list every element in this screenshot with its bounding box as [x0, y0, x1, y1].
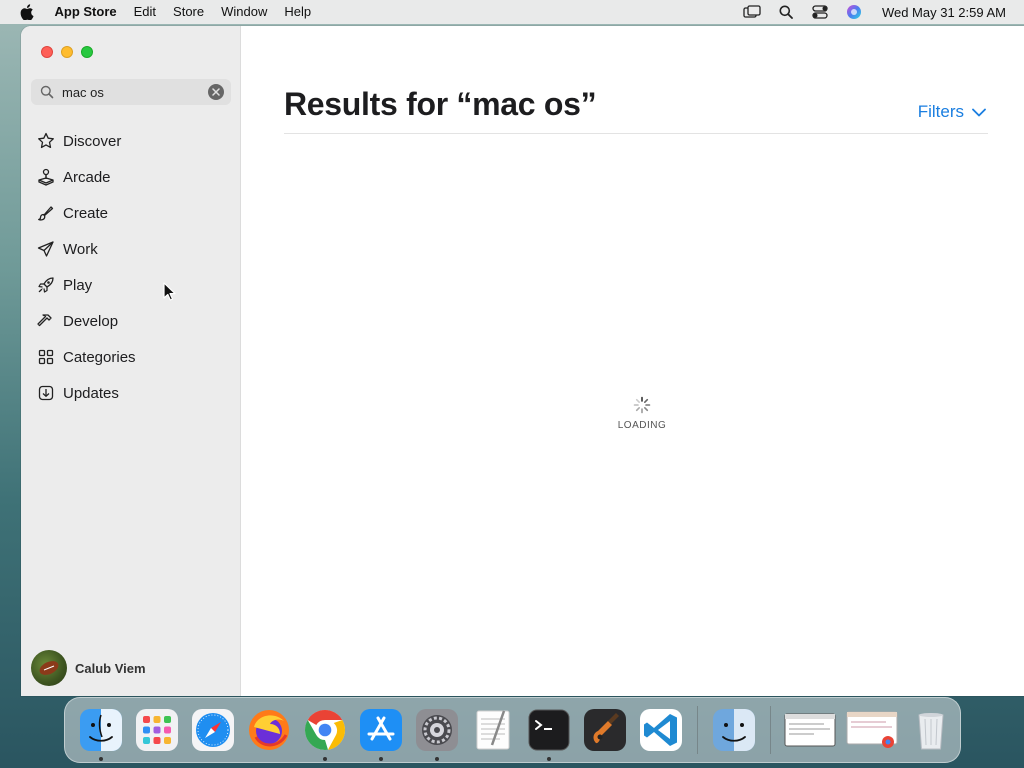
running-indicator: [99, 757, 103, 761]
filters-label: Filters: [917, 102, 964, 121]
close-window-button[interactable]: [41, 46, 53, 58]
screen-mirroring-icon[interactable]: [742, 4, 762, 20]
menu-clock[interactable]: Wed May 31 2:59 AM: [882, 5, 1006, 20]
menu-help[interactable]: Help: [276, 0, 320, 24]
rocket-icon: [37, 276, 55, 294]
sidebar-item-categories[interactable]: Categories: [21, 339, 241, 375]
menu-app-name[interactable]: App Store: [46, 0, 125, 24]
sidebar-item-label: Create: [63, 204, 109, 222]
menu-store[interactable]: Store: [165, 0, 213, 24]
safari-dock-icon[interactable]: [190, 707, 236, 753]
main-content: Results for “mac os” Filters LOADING: [242, 26, 1024, 696]
garageband-dock-icon[interactable]: [582, 707, 628, 753]
spotlight-search-icon[interactable]: [776, 4, 796, 20]
textedit-dock-icon[interactable]: [470, 707, 516, 753]
clear-search-icon[interactable]: [208, 84, 224, 100]
terminal-dock-icon[interactable]: [526, 707, 572, 761]
download-icon: [37, 384, 55, 402]
dock: [64, 697, 961, 763]
chrome-window-preview-dock-icon[interactable]: [846, 707, 898, 753]
sidebar-item-label: Play: [63, 276, 93, 294]
hammer-icon: [37, 312, 55, 330]
vscode-dock-icon[interactable]: [638, 707, 684, 753]
menu-window[interactable]: Window: [213, 0, 276, 24]
running-indicator: [379, 757, 383, 761]
sidebar-item-label: Discover: [63, 132, 122, 150]
system-preferences-dock-icon[interactable]: [414, 707, 460, 761]
spinner-icon: [633, 396, 651, 414]
sidebar-item-label: Categories: [63, 348, 136, 366]
running-indicator: [435, 757, 439, 761]
loading-text: LOADING: [617, 420, 667, 431]
sidebar-item-label: Work: [63, 240, 98, 258]
firefox-dock-icon[interactable]: [246, 707, 292, 753]
grid-icon: [37, 348, 55, 366]
sidebar-item-create[interactable]: Create: [21, 195, 241, 231]
dock-separator: [770, 706, 771, 754]
menu-edit[interactable]: Edit: [125, 0, 164, 24]
dock-separator: [697, 706, 698, 754]
sidebar-item-arcade[interactable]: Arcade: [21, 159, 241, 195]
user-account[interactable]: Calub Viem: [31, 650, 146, 686]
sidebar-item-play[interactable]: Play: [21, 267, 241, 303]
star-icon: [37, 132, 55, 150]
title-divider: [284, 133, 988, 134]
search-icon: [40, 85, 54, 99]
avatar[interactable]: [31, 650, 67, 686]
trash-dock-icon[interactable]: [908, 707, 954, 753]
window-controls: [41, 46, 93, 58]
minimize-window-button[interactable]: [61, 46, 73, 58]
finder-dock-icon[interactable]: [78, 707, 124, 761]
finder-dock-icon-2[interactable]: [711, 707, 757, 753]
chevron-down-icon: [972, 102, 986, 122]
app-store-window: Discover Arcade Create Work: [21, 26, 1024, 696]
control-center-icon[interactable]: [810, 4, 830, 20]
zoom-window-button[interactable]: [81, 46, 93, 58]
app-store-dock-icon[interactable]: [358, 707, 404, 761]
sidebar-item-updates[interactable]: Updates: [21, 375, 241, 411]
brush-icon: [37, 204, 55, 222]
chrome-dock-icon[interactable]: [302, 707, 348, 761]
sidebar: Discover Arcade Create Work: [21, 26, 241, 696]
running-indicator: [323, 757, 327, 761]
menu-bar: App Store Edit Store Window Help Wed May…: [0, 0, 1024, 24]
window-preview-dock-icon[interactable]: [784, 707, 836, 753]
mouse-cursor-icon: [163, 282, 177, 302]
sidebar-item-label: Updates: [63, 384, 119, 402]
sidebar-nav: Discover Arcade Create Work Play Develop…: [21, 123, 241, 411]
apple-menu-icon[interactable]: [18, 3, 36, 21]
filters-button[interactable]: Filters: [918, 102, 986, 122]
sidebar-item-discover[interactable]: Discover: [21, 123, 241, 159]
search-input[interactable]: [62, 84, 202, 100]
sidebar-item-label: Arcade: [63, 168, 111, 186]
sidebar-item-develop[interactable]: Develop: [21, 303, 241, 339]
siri-icon[interactable]: [844, 4, 864, 20]
loading-indicator: LOADING: [614, 396, 670, 431]
joystick-icon: [37, 168, 55, 186]
page-title: Results for “mac os”: [284, 86, 597, 122]
sidebar-item-work[interactable]: Work: [21, 231, 241, 267]
launchpad-dock-icon[interactable]: [134, 707, 180, 753]
user-name: Calub Viem: [75, 660, 146, 676]
search-field[interactable]: [31, 79, 231, 105]
sidebar-item-label: Develop: [63, 312, 119, 330]
running-indicator: [547, 757, 551, 761]
paperplane-icon: [37, 240, 55, 258]
